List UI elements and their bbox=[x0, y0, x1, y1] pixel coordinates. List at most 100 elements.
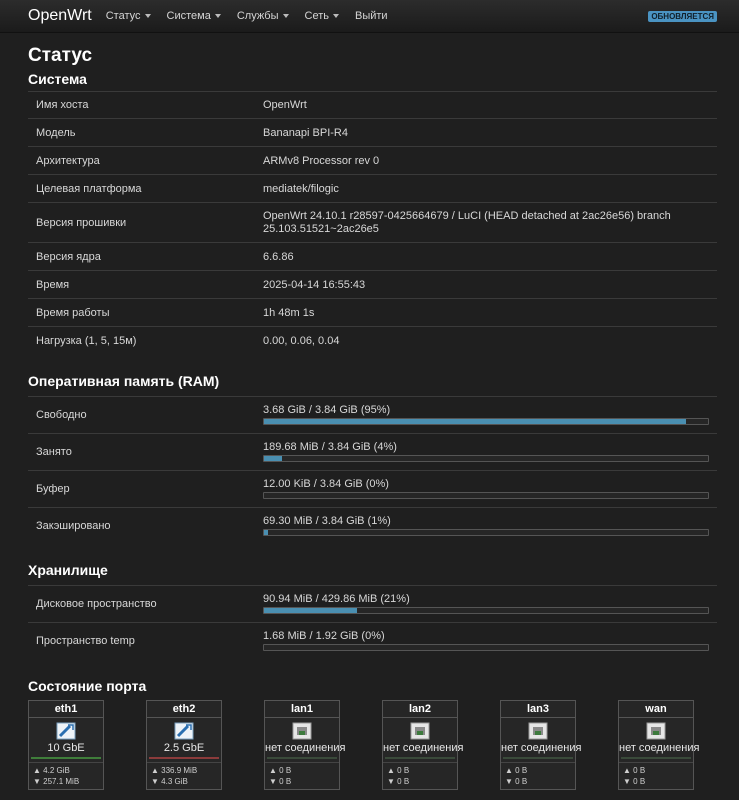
port-traffic: ▲ 0 B ▼ 0 B bbox=[619, 761, 693, 789]
bar-label: 3.68 GiB / 3.84 GiB (95%) bbox=[263, 403, 391, 416]
port-rx: ▼ 0 B bbox=[387, 776, 410, 786]
port-link-indicator bbox=[503, 756, 573, 759]
menu-network[interactable]: Сеть bbox=[305, 10, 339, 22]
port-card-lan1[interactable]: lan1 нет соединения ▲ 0 B ▼ 0 B bbox=[264, 699, 345, 790]
port-link-indicator bbox=[385, 756, 455, 759]
menu-services-label: Службы bbox=[236, 10, 279, 22]
row-key: Свободно bbox=[28, 395, 255, 433]
row-key: Имя хоста bbox=[28, 91, 255, 119]
ethernet-down-icon bbox=[383, 718, 457, 742]
table-row: Буфер 12.00 KiB / 3.84 GiB (0%) bbox=[28, 469, 717, 507]
table-row: Архитектура ARMv8 Processor rev 0 bbox=[28, 146, 717, 175]
port-rx: ▼ 0 B bbox=[269, 776, 292, 786]
port-link-indicator bbox=[31, 756, 101, 759]
row-value: OpenWrt bbox=[255, 91, 717, 119]
row-key: Дисковое пространство bbox=[28, 585, 255, 623]
row-key: Пространство temp bbox=[28, 622, 255, 660]
port-status-list: eth1 10 GbE ▲ 4.2 GiB ▼ 257.1 MiB eth2 2.5 Gb… bbox=[28, 699, 717, 790]
menu-services[interactable]: Службы bbox=[237, 10, 289, 22]
progress-fill bbox=[264, 418, 686, 424]
storage-table: Дисковое пространство 90.94 MiB / 429.86 … bbox=[28, 585, 717, 660]
progress-bar bbox=[263, 607, 709, 614]
table-row: Пространство temp 1.68 MiB / 1.92 GiB (0%… bbox=[28, 622, 717, 660]
port-name: lan2 bbox=[383, 701, 457, 718]
menu-logout[interactable]: Выйти bbox=[355, 10, 388, 22]
main-menu: Статус Система Службы Сеть Выйти bbox=[106, 10, 404, 22]
row-key: Целевая платформа bbox=[28, 174, 255, 203]
progress-bar bbox=[263, 454, 709, 462]
port-tx: ▲ 0 B bbox=[623, 765, 646, 775]
main-content: Статус Система Имя хоста OpenWrt Модель Ba… bbox=[0, 45, 739, 790]
progress-fill bbox=[264, 455, 282, 461]
port-rx: ▼ 0 B bbox=[623, 776, 646, 786]
table-row: Имя хоста OpenWrt bbox=[28, 91, 717, 119]
port-speed: нет соединения bbox=[383, 741, 464, 754]
row-value: 3.68 GiB / 3.84 GiB (95%) bbox=[255, 395, 717, 433]
table-row: Нагрузка (1, 5, 15м) 0.00, 0.06, 0.04 bbox=[28, 326, 717, 355]
row-value: 69.30 MiB / 3.84 GiB (1%) bbox=[255, 506, 717, 544]
menu-status[interactable]: Статус bbox=[106, 10, 151, 22]
port-traffic: ▲ 4.2 GiB ▼ 257.1 MiB bbox=[29, 761, 103, 789]
page-title: Статус bbox=[28, 45, 93, 66]
row-value: 2025-04-14 16:55:43 bbox=[255, 270, 717, 299]
table-row: Закэшировано 69.30 MiB / 3.84 GiB (1%) bbox=[28, 506, 717, 544]
table-row: Версия прошивки OpenWrt 24.10.1 r28597-04… bbox=[28, 202, 717, 243]
port-card-eth1[interactable]: eth1 10 GbE ▲ 4.2 GiB ▼ 257.1 MiB bbox=[28, 699, 104, 790]
progress-bar bbox=[263, 644, 709, 652]
table-row: Время 2025-04-14 16:55:43 bbox=[28, 270, 717, 299]
port-traffic: ▲ 0 B ▼ 0 B bbox=[501, 761, 575, 789]
row-key: Занято bbox=[28, 432, 255, 470]
bar-label: 1.68 MiB / 1.92 GiB (0%) bbox=[263, 630, 385, 643]
ethernet-down-icon bbox=[265, 718, 339, 742]
chevron-down-icon bbox=[214, 14, 221, 18]
table-row: Занято 189.68 MiB / 3.84 GiB (4%) bbox=[28, 432, 717, 470]
ethernet-up-icon bbox=[29, 718, 103, 742]
row-value: 12.00 KiB / 3.84 GiB (0%) bbox=[255, 469, 717, 507]
port-name: wan bbox=[619, 701, 693, 718]
bar-label: 69.30 MiB / 3.84 GiB (1%) bbox=[263, 514, 391, 527]
port-speed: нет соединения bbox=[501, 741, 582, 754]
refreshing-badge[interactable]: ОБНОВЛЯЕТСЯ bbox=[648, 11, 717, 22]
port-link-indicator bbox=[149, 756, 219, 759]
progress-fill bbox=[264, 608, 358, 613]
port-link-indicator bbox=[621, 756, 691, 759]
progress-bar bbox=[263, 491, 709, 499]
port-traffic: ▲ 0 B ▼ 0 B bbox=[265, 761, 339, 789]
system-table: Имя хоста OpenWrt Модель Bananapi BPI-R4 А… bbox=[28, 91, 717, 355]
menu-system[interactable]: Система bbox=[167, 10, 221, 22]
table-row: Время работы 1h 48m 1s bbox=[28, 298, 717, 327]
port-card-lan3[interactable]: lan3 нет соединения ▲ 0 B ▼ 0 B bbox=[500, 699, 582, 790]
port-card-wan[interactable]: wan нет соединения ▲ 0 B ▼ 0 B bbox=[618, 699, 699, 790]
port-link-indicator bbox=[267, 756, 337, 759]
table-row: Версия ядра 6.6.86 bbox=[28, 242, 717, 271]
port-card-lan2[interactable]: lan2 нет соединения ▲ 0 B ▼ 0 B bbox=[382, 699, 464, 790]
ethernet-down-icon bbox=[619, 718, 693, 742]
table-row: Модель Bananapi BPI-R4 bbox=[28, 118, 717, 147]
port-rx: ▼ 0 B bbox=[505, 776, 528, 786]
menu-logout-label: Выйти bbox=[354, 10, 388, 22]
row-value: 189.68 MiB / 3.84 GiB (4%) bbox=[255, 432, 717, 470]
section-title-storage: Хранилище bbox=[28, 562, 108, 578]
row-key: Время работы bbox=[28, 298, 255, 327]
table-row: Дисковое пространство 90.94 MiB / 429.86 … bbox=[28, 585, 717, 623]
port-card-eth2[interactable]: eth2 2.5 GbE ▲ 336.9 MiB ▼ 4.3 GiB bbox=[146, 699, 222, 790]
port-traffic: ▲ 0 B ▼ 0 B bbox=[383, 761, 457, 789]
port-name: lan1 bbox=[265, 701, 339, 718]
row-value: 0.00, 0.06, 0.04 bbox=[255, 326, 717, 355]
ethernet-up-icon bbox=[147, 718, 221, 742]
port-tx: ▲ 0 B bbox=[269, 765, 292, 775]
row-value: 1h 48m 1s bbox=[255, 298, 717, 327]
brand-logo[interactable]: OpenWrt bbox=[28, 7, 92, 25]
chevron-down-icon bbox=[144, 14, 151, 18]
row-value: Bananapi BPI-R4 bbox=[255, 118, 717, 147]
row-value: 1.68 MiB / 1.92 GiB (0%) bbox=[255, 622, 717, 660]
ethernet-down-icon bbox=[501, 718, 575, 742]
port-tx: ▲ 4.2 GiB bbox=[33, 765, 70, 775]
port-rx: ▼ 4.3 GiB bbox=[151, 776, 188, 786]
row-key: Версия прошивки bbox=[28, 202, 255, 243]
port-tx: ▲ 336.9 MiB bbox=[151, 765, 198, 775]
port-speed: 10 GbE bbox=[47, 741, 85, 754]
row-value: OpenWrt 24.10.1 r28597-0425664679 / LuCI… bbox=[255, 202, 717, 243]
section-title-system: Система bbox=[28, 71, 87, 87]
section-title-ports: Состояние порта bbox=[28, 677, 147, 694]
